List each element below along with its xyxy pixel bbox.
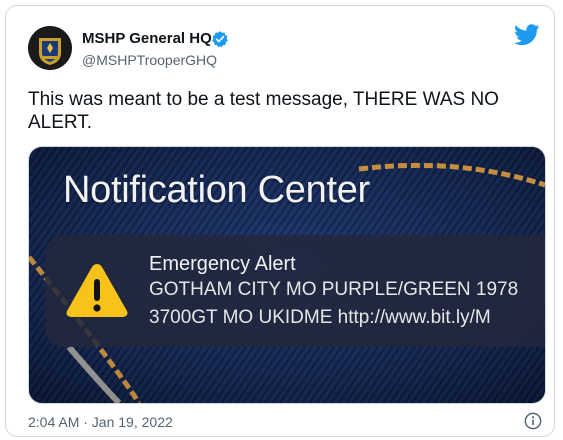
author-name[interactable]: MSHP General HQ — [82, 30, 212, 47]
tweet-card[interactable]: MSHP General HQ @MSHPTrooperGHQ This was… — [5, 5, 555, 437]
emergency-alert-notification: Emergency Alert GOTHAM CITY MO PURPLE/GR… — [45, 235, 545, 347]
author-handle[interactable]: @MSHPTrooperGHQ — [82, 52, 217, 68]
tweet-media[interactable]: Notification Center Emergency Alert GOTH… — [28, 146, 546, 404]
verified-badge-icon — [212, 31, 228, 48]
mshp-logo-icon — [28, 26, 72, 70]
twitter-bird-icon[interactable] — [514, 24, 540, 46]
info-icon[interactable] — [524, 412, 542, 430]
avatar[interactable] — [28, 26, 72, 70]
alert-message-line-1: GOTHAM CITY MO PURPLE/GREEN 1978 — [149, 279, 519, 300]
warning-triangle-icon — [66, 264, 128, 317]
notification-center-title: Notification Center — [63, 169, 370, 211]
alert-title: Emergency Alert — [149, 253, 296, 275]
tweet-text: This was meant to be a test message, THE… — [28, 89, 499, 133]
alert-message-line-2: 3700GT MO UKIDME http://www.bit.ly/M — [149, 307, 491, 328]
tweet-timestamp[interactable]: 2:04 AM · Jan 19, 2022 — [28, 414, 173, 430]
